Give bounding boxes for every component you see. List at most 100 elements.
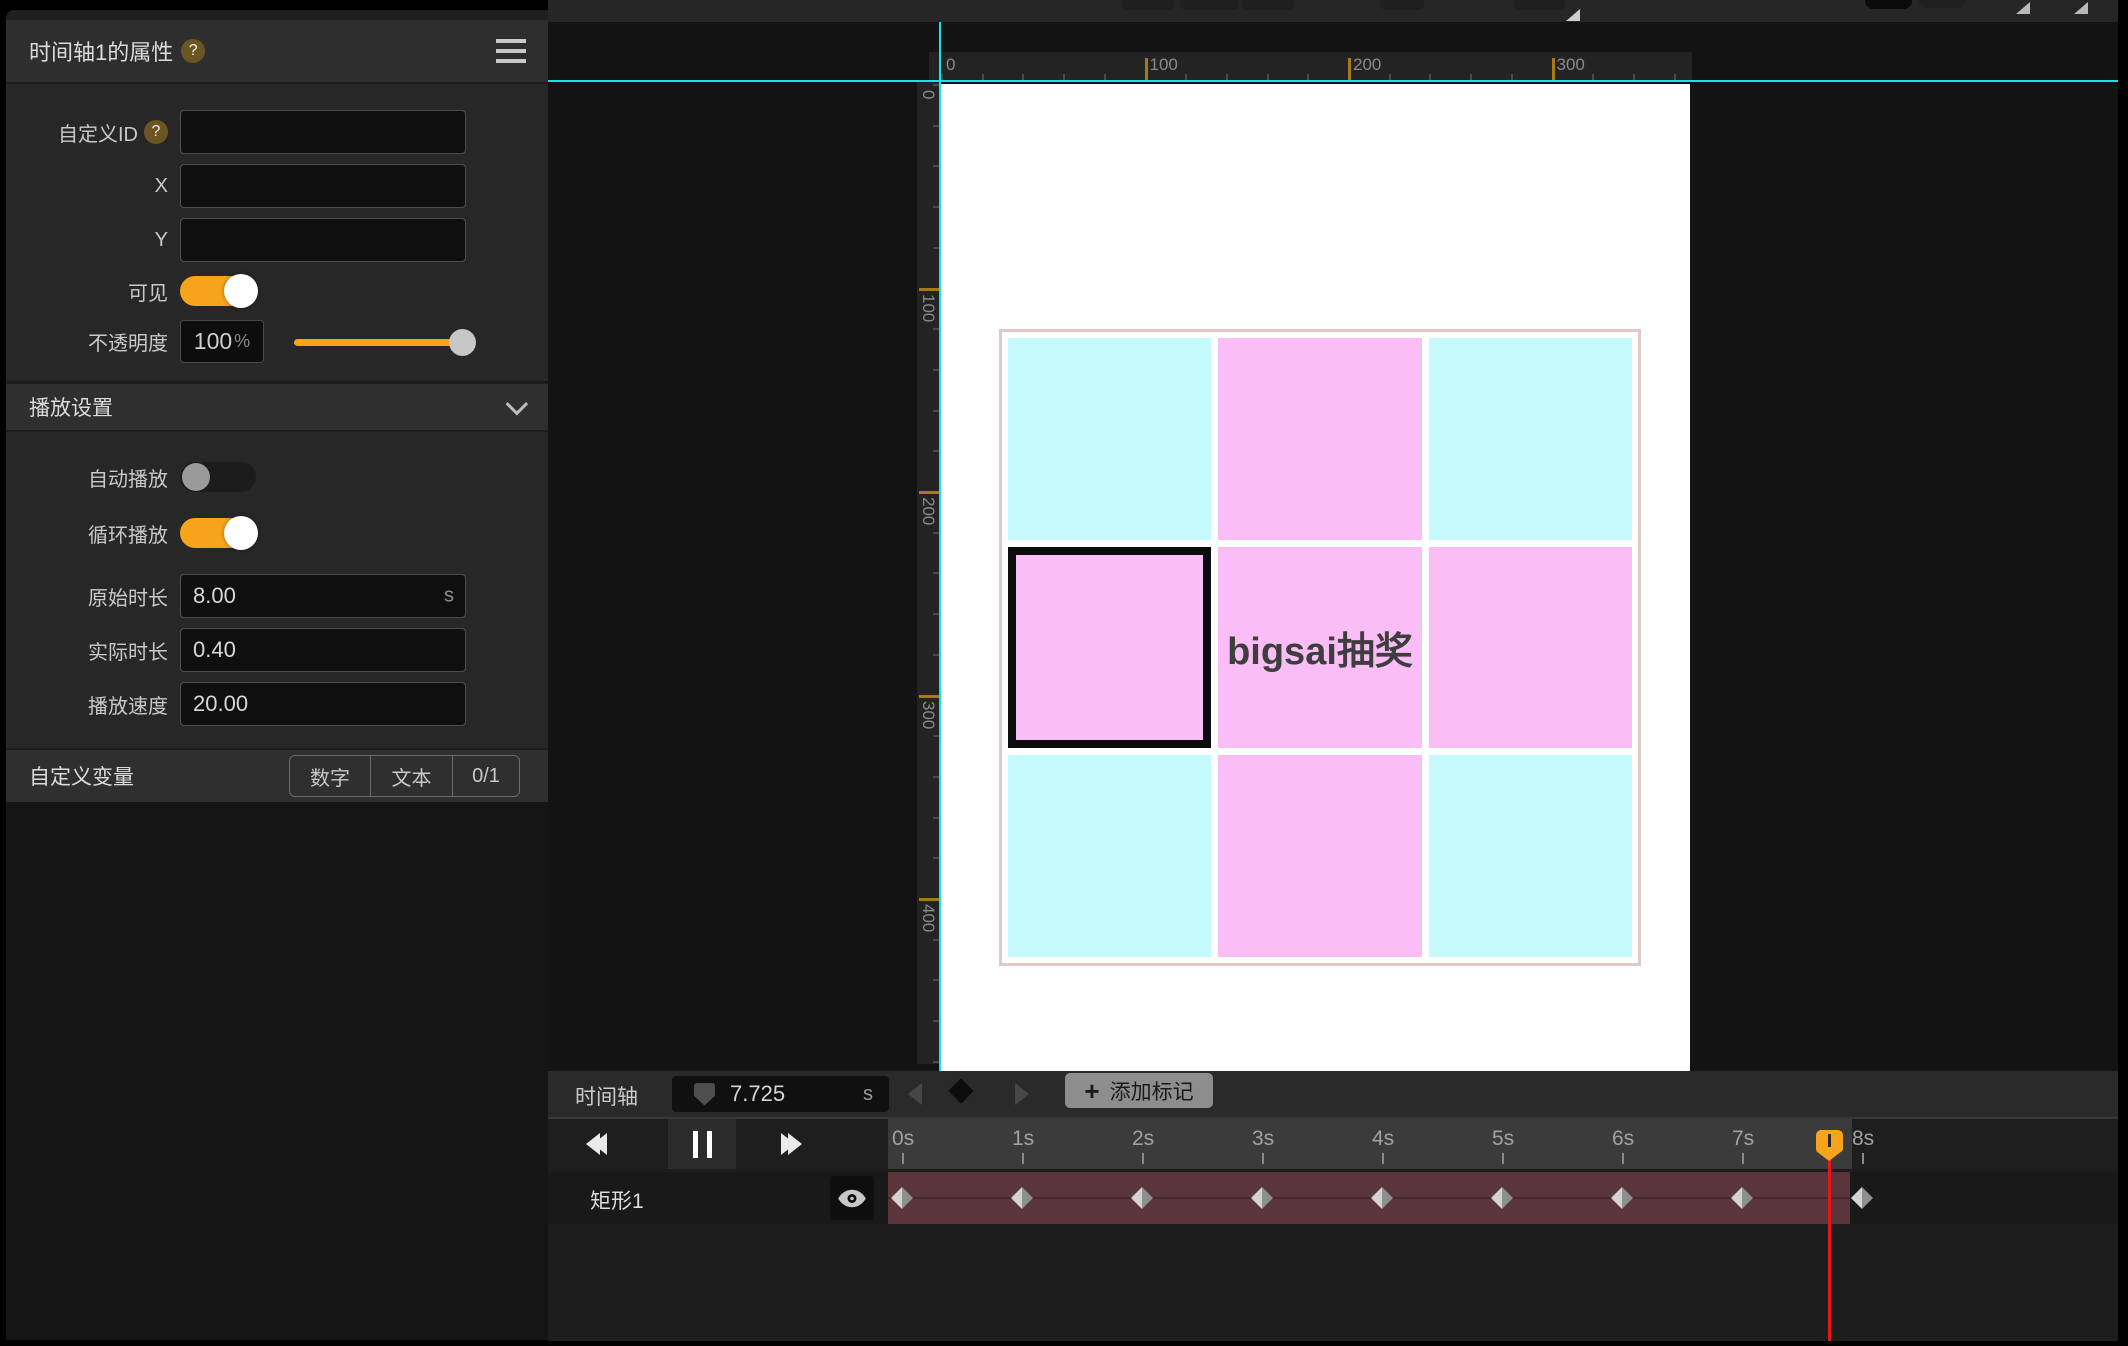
grid-cell-0-0[interactable] — [1008, 338, 1211, 540]
timeline-second-tick — [1262, 1153, 1264, 1164]
prev-keyframe-button[interactable] — [908, 1083, 922, 1105]
keyframe-8s[interactable] — [1851, 1187, 1873, 1209]
v-ruler-label: 200 — [918, 497, 938, 525]
actual-duration-label: 实际时长 — [6, 636, 168, 665]
visible-toggle[interactable] — [180, 276, 256, 306]
x-row: X — [6, 164, 548, 208]
visibility-eye-button[interactable] — [830, 1176, 874, 1220]
track-row: 矩形1 — [548, 1172, 2118, 1224]
grid-cell-2-0[interactable] — [1008, 755, 1211, 957]
var-text-button[interactable]: 文本 — [371, 755, 453, 797]
timeline-second-label: 8s — [1852, 1127, 1874, 1151]
speed-input[interactable] — [180, 682, 466, 726]
keyframe-3s[interactable] — [1251, 1187, 1273, 1209]
x-input[interactable] — [180, 164, 466, 208]
add-marker-button[interactable]: + 添加标记 — [1065, 1073, 1213, 1108]
autoplay-toggle[interactable] — [180, 462, 256, 492]
ruler-tick-major — [919, 491, 941, 494]
timeline-header: 时间轴 7.725 s + 添加标记 — [548, 1071, 2118, 1119]
lottery-grid-widget[interactable]: bigsai抽奖 — [999, 329, 1641, 966]
x-label: X — [6, 175, 168, 198]
toolbar-fragment — [1242, 0, 1294, 10]
next-keyframe-button[interactable] — [1015, 1083, 1029, 1105]
playback-section-bar[interactable]: 播放设置 — [6, 382, 548, 432]
grid-cell-0-1[interactable] — [1218, 338, 1421, 540]
v-ruler-label: 400 — [918, 904, 938, 932]
keyframe-4s[interactable] — [1371, 1187, 1393, 1209]
grid-cell-1-2[interactable] — [1429, 547, 1632, 749]
playback-section: 自动播放 循环播放 原始时长 s 实际时长 — [6, 432, 548, 748]
autoplay-label: 自动播放 — [6, 463, 168, 492]
opacity-slider-knob[interactable] — [449, 329, 476, 356]
panel-top-strip — [6, 10, 548, 20]
app-window: 时间轴1的属性 ? 自定义ID ? X Y 可见 — [0, 0, 2128, 1346]
properties-panel: 时间轴1的属性 ? 自定义ID ? X Y 可见 — [6, 10, 548, 1340]
keyframe-1s[interactable] — [1011, 1187, 1033, 1209]
timeline-ruler[interactable]: 0s1s2s3s4s5s6s7s8s — [888, 1119, 1852, 1169]
current-time-field[interactable]: 7.725 s — [672, 1076, 889, 1112]
loop-row: 循环播放 — [6, 518, 548, 548]
y-label: Y — [6, 229, 168, 252]
variable-type-buttons: 数字 文本 0/1 — [289, 755, 520, 797]
original-duration-label: 原始时长 — [6, 582, 168, 611]
timeline-second-tick — [1622, 1153, 1624, 1164]
timeline-second-tick — [1142, 1153, 1144, 1164]
timeline-second-label: 0s — [892, 1127, 914, 1151]
y-input[interactable] — [180, 218, 466, 262]
visible-row: 可见 — [6, 276, 548, 306]
opacity-value-box[interactable]: 100 % — [180, 320, 264, 363]
keyframe-2s[interactable] — [1131, 1187, 1153, 1209]
help-icon[interactable]: ? — [181, 39, 205, 63]
grid-cell-1-0[interactable] — [1008, 547, 1211, 749]
rewind-button[interactable] — [586, 1133, 600, 1160]
guide-line-vertical — [939, 22, 941, 1071]
fast-forward-button[interactable] — [788, 1133, 802, 1160]
toolbar-fragment — [1122, 0, 1174, 10]
original-duration-input[interactable] — [180, 574, 466, 618]
grid-cell-1-1[interactable]: bigsai抽奖 — [1218, 547, 1421, 749]
custom-id-help-icon[interactable]: ? — [144, 120, 168, 144]
var-number-button[interactable]: 数字 — [289, 755, 371, 797]
actual-duration-input[interactable] — [180, 628, 466, 672]
basic-props-section: 自定义ID ? X Y 可见 不透明度 100 % — [6, 84, 548, 381]
var-bool-button[interactable]: 0/1 — [453, 755, 520, 797]
ruler-tick-major — [919, 898, 941, 901]
ruler-tick-major — [1145, 58, 1148, 82]
playhead-marker[interactable] — [1816, 1130, 1843, 1160]
v-ruler-label: 0 — [918, 90, 938, 99]
toolbar-fragment — [1514, 0, 1565, 10]
toolbar-fragment — [1919, 0, 1965, 8]
grid-cell-0-2[interactable] — [1429, 338, 1632, 540]
canvas-viewport[interactable]: 0100200300 0100200300400 bigsai抽奖 — [548, 0, 2118, 1071]
track-keyframe-bar[interactable] — [888, 1172, 1850, 1224]
keyframe-5s[interactable] — [1491, 1187, 1513, 1209]
keyframe-0s[interactable] — [891, 1187, 913, 1209]
grid-center-text: bigsai抽奖 — [1227, 620, 1413, 675]
timeline-second-label: 3s — [1252, 1127, 1274, 1151]
toolbar-fragment — [1380, 0, 1424, 10]
loop-toggle[interactable] — [180, 518, 256, 548]
keyframe-6s[interactable] — [1611, 1187, 1633, 1209]
timeline-second-label: 1s — [1012, 1127, 1034, 1151]
opacity-slider[interactable] — [294, 327, 470, 357]
grid-cell-2-2[interactable] — [1429, 755, 1632, 957]
keyframe-diamond-icon[interactable] — [948, 1078, 973, 1103]
timeline-second-tick — [1862, 1153, 1864, 1164]
timeline-second-tick — [1022, 1153, 1024, 1164]
custom-id-input[interactable] — [180, 110, 466, 154]
hamburger-menu-icon[interactable] — [496, 39, 526, 63]
keyframe-7s[interactable] — [1731, 1187, 1753, 1209]
visible-label: 可见 — [6, 277, 168, 306]
grid-cell-2-1[interactable] — [1218, 755, 1421, 957]
playhead-line — [1828, 1159, 1831, 1341]
toolbar-fragment — [1865, 0, 1912, 9]
loop-label: 循环播放 — [6, 519, 168, 548]
autoplay-row: 自动播放 — [6, 462, 548, 492]
timeline-second-tick — [902, 1153, 904, 1164]
current-time-unit: s — [863, 1083, 873, 1106]
actual-duration-row: 实际时长 — [6, 628, 548, 672]
track-name: 矩形1 — [590, 1185, 644, 1215]
y-row: Y — [6, 218, 548, 262]
pause-button[interactable] — [668, 1119, 736, 1169]
toolbar-fragment — [1180, 0, 1239, 10]
